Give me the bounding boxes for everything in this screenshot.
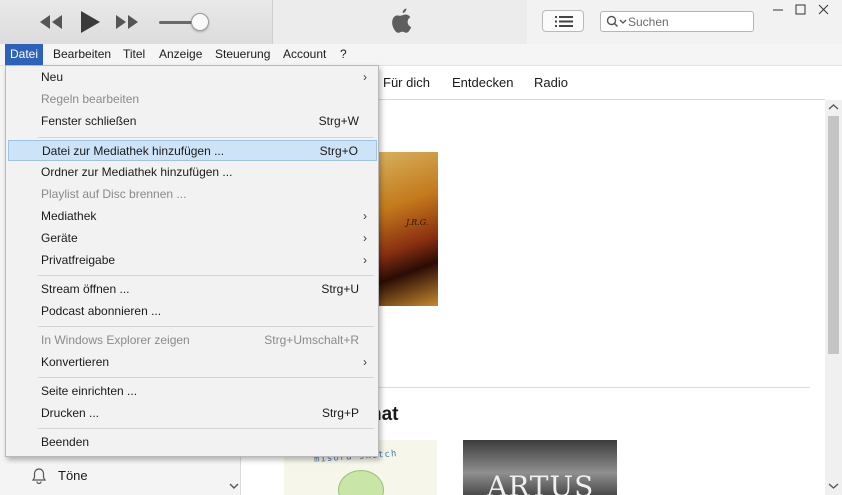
menu-item-neu[interactable]: Neu › (8, 67, 377, 88)
submenu-arrow-icon: › (363, 231, 367, 245)
menu-item-label: Seite einrichten ... (41, 384, 138, 398)
menu-item-label: Stream öffnen ... (41, 282, 130, 296)
menu-item-podcast-abonnieren[interactable]: Podcast abonnieren ... (8, 301, 377, 322)
menu-item-fenster-schliessen[interactable]: Fenster schließen Strg+W (8, 111, 377, 132)
sidebar-item-toene[interactable]: Töne (30, 466, 180, 486)
menu-item-shortcut: Strg+O (319, 144, 358, 158)
menu-item-beenden[interactable]: Beenden (8, 432, 377, 453)
album-cover-text: ARTUS (487, 470, 595, 495)
menu-separator (38, 428, 374, 429)
menu-item-label: In Windows Explorer zeigen (41, 333, 190, 347)
menu-steuerung[interactable]: Steuerung (210, 44, 275, 65)
menu-separator (38, 137, 374, 138)
menu-item-drucken[interactable]: Drucken ... Strg+P (8, 403, 377, 424)
menu-item-mediathek[interactable]: Mediathek › (8, 206, 377, 227)
menu-item-playlist-brennen: Playlist auf Disc brennen ... (8, 184, 377, 205)
menu-item-shortcut: Strg+U (321, 282, 359, 296)
tab-fuer-dich[interactable]: Für dich (383, 75, 430, 90)
apple-logo-icon (392, 8, 412, 33)
menu-bearbeiten[interactable]: Bearbeiten (48, 44, 116, 65)
play-icon[interactable] (79, 10, 101, 34)
submenu-arrow-icon: › (363, 355, 367, 369)
menu-account[interactable]: Account (278, 44, 331, 65)
album-cover[interactable]: J.R.G. (372, 152, 438, 306)
menu-item-shortcut: Strg+W (318, 114, 359, 128)
itunes-window: Datei Bearbeiten Titel Anzeige Steuerung… (0, 0, 842, 495)
file-menu-dropdown: Neu › Regeln bearbeiten Fenster schließe… (5, 65, 379, 457)
minimize-icon[interactable] (767, 2, 789, 18)
scroll-up-icon[interactable] (828, 102, 839, 112)
search-icon (606, 15, 627, 28)
menu-item-ordner-hinzufuegen[interactable]: Ordner zur Mediathek hinzufügen ... (8, 162, 377, 183)
menu-item-label: Konvertieren (41, 355, 110, 369)
menu-separator (38, 377, 374, 378)
menu-item-label: Beenden (41, 435, 90, 449)
title-bar (0, 0, 842, 44)
menu-item-label: Ordner zur Mediathek hinzufügen ... (41, 165, 233, 179)
menu-item-privatfreigabe[interactable]: Privatfreigabe › (8, 250, 377, 271)
rewind-icon[interactable] (38, 13, 64, 31)
scroll-down-icon[interactable] (828, 481, 839, 491)
menu-item-label: Geräte (41, 231, 78, 245)
menu-titel[interactable]: Titel (118, 44, 150, 65)
scrollbar-thumb[interactable] (828, 116, 839, 354)
menu-separator (38, 326, 374, 327)
menu-item-regeln-bearbeiten: Regeln bearbeiten (8, 89, 377, 110)
tab-entdecken[interactable]: Entdecken (452, 75, 513, 90)
volume-slider-knob[interactable] (191, 13, 209, 31)
menu-item-explorer-zeigen: In Windows Explorer zeigen Strg+Umschalt… (8, 330, 377, 351)
close-icon[interactable] (813, 2, 835, 18)
maximize-icon[interactable] (790, 2, 812, 18)
menu-item-datei-hinzufuegen[interactable]: Datei zur Mediathek hinzufügen ... Strg+… (8, 140, 377, 161)
menu-separator (38, 275, 374, 276)
album-cover[interactable]: ARTUS (463, 440, 617, 495)
menu-item-geraete[interactable]: Geräte › (8, 228, 377, 249)
search-field[interactable] (600, 11, 754, 32)
menu-item-stream-oeffnen[interactable]: Stream öffnen ... Strg+U (8, 279, 377, 300)
list-icon (555, 16, 573, 27)
submenu-arrow-icon: › (363, 70, 367, 84)
album-cover-art (338, 470, 384, 495)
album-cover-text: J.R.G. (406, 218, 429, 227)
player-controls (0, 0, 273, 44)
menu-item-label: Neu (41, 70, 64, 84)
menu-item-shortcut: Strg+Umschalt+R (264, 333, 359, 347)
menu-anzeige[interactable]: Anzeige (154, 44, 207, 65)
tab-radio[interactable]: Radio (534, 75, 568, 90)
menu-datei[interactable]: Datei (5, 44, 44, 65)
submenu-arrow-icon: › (363, 209, 367, 223)
sidebar-scroll-down-icon[interactable] (228, 480, 240, 492)
menu-item-label: Privatfreigabe (41, 253, 116, 267)
menu-bar: Datei Bearbeiten Titel Anzeige Steuerung… (0, 44, 842, 66)
menu-item-konvertieren[interactable]: Konvertieren › (8, 352, 377, 373)
menu-item-label: Regeln bearbeiten (41, 92, 140, 106)
menu-item-label: Playlist auf Disc brennen ... (41, 187, 187, 201)
fast-forward-icon[interactable] (114, 13, 140, 31)
menu-item-label: Drucken ... (41, 406, 100, 420)
menu-item-shortcut: Strg+P (321, 406, 359, 420)
menu-item-label: Datei zur Mediathek hinzufügen ... (42, 144, 225, 158)
menu-item-label: Fenster schließen (41, 114, 137, 128)
search-input[interactable] (628, 14, 748, 29)
list-view-button[interactable] (542, 10, 584, 32)
menu-item-label: Podcast abonnieren ... (41, 304, 162, 318)
menu-help[interactable]: ? (335, 44, 352, 65)
menu-item-seite-einrichten[interactable]: Seite einrichten ... (8, 381, 377, 402)
menu-item-label: Mediathek (41, 209, 97, 223)
submenu-arrow-icon: › (363, 253, 367, 267)
main-scrollbar[interactable] (825, 100, 842, 495)
bell-icon (31, 468, 47, 484)
sidebar-item-label: Töne (58, 468, 88, 483)
